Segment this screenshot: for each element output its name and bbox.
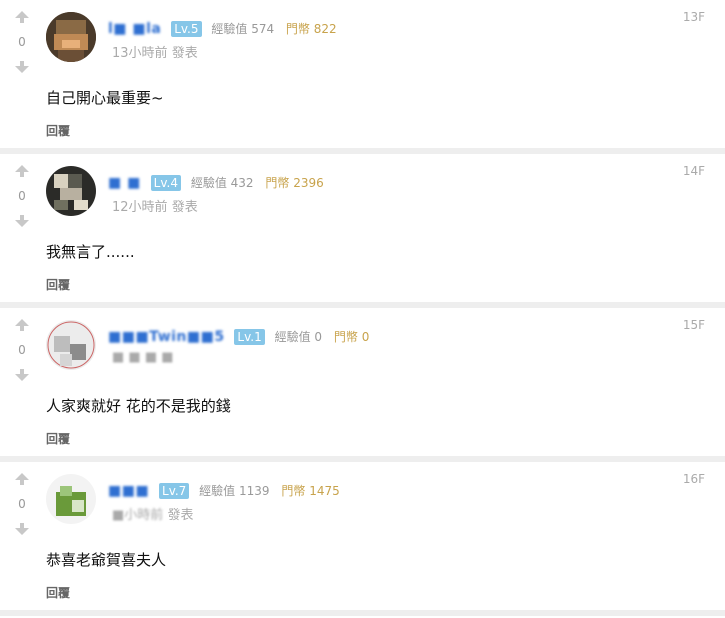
experience-stat: 經驗值 574 [211, 22, 275, 36]
upvote-arrow-icon[interactable] [12, 164, 32, 178]
upvote-arrow-icon[interactable] [12, 318, 32, 332]
experience-stat: 經驗值 432 [190, 176, 254, 190]
floor-number: 15F [682, 318, 705, 332]
vote-box: 0 [12, 472, 32, 536]
avatar-pixelated-icon [46, 474, 96, 524]
user-meta: ■ ■ Lv.4 經驗值 432 門幣 2396 [108, 174, 324, 191]
comment-card: 0 ■■■ Lv.7 經驗值 1139 門幣 1475 ■小時前 發表 16F … [0, 462, 725, 610]
downvote-arrow-icon[interactable] [12, 214, 32, 228]
timestamp: ■ ■ ■ ■ [112, 350, 174, 365]
comment-text: 恭喜老爺賀喜夫人 [46, 551, 167, 569]
experience-stat: 經驗值 1139 [199, 484, 270, 498]
timestamp: ■小時前 發表 [112, 508, 194, 523]
reply-button[interactable]: 回覆 [46, 122, 70, 139]
username[interactable]: ■■■ [108, 483, 149, 499]
downvote-arrow-icon[interactable] [12, 368, 32, 382]
upvote-arrow-icon[interactable] [12, 10, 32, 24]
reply-button[interactable]: 回覆 [46, 584, 70, 601]
vote-box: 0 [12, 10, 32, 74]
avatar[interactable] [46, 474, 96, 524]
coin-stat: 門幣 2396 [265, 176, 324, 190]
vote-score: 0 [18, 497, 26, 511]
username[interactable]: ■■■Twin■■5 [108, 329, 225, 345]
downvote-arrow-icon[interactable] [12, 60, 32, 74]
comment-text: 我無言了...... [46, 243, 135, 261]
floor-number: 13F [682, 10, 705, 24]
vote-box: 0 [12, 318, 32, 382]
experience-stat: 經驗值 0 [274, 330, 323, 344]
level-badge: Lv.1 [234, 329, 265, 345]
avatar[interactable] [46, 166, 96, 216]
level-badge: Lv.5 [171, 21, 202, 37]
vote-score: 0 [18, 35, 26, 49]
avatar[interactable] [46, 12, 96, 62]
comment-text: 自己開心最重要~ [46, 89, 164, 107]
divider [0, 610, 725, 616]
vote-score: 0 [18, 343, 26, 357]
username[interactable]: ■ ■ [108, 175, 141, 191]
timestamp: 13小時前 發表 [112, 46, 198, 61]
vote-box: 0 [12, 164, 32, 228]
avatar-pixelated-icon [46, 12, 96, 62]
floor-number: 14F [682, 164, 705, 178]
comment-card: 0 l■ ■la Lv.5 經驗值 574 門幣 822 13小時前 發表 13… [0, 0, 725, 148]
avatar-pixelated-icon [46, 320, 96, 370]
downvote-arrow-icon[interactable] [12, 522, 32, 536]
level-badge: Lv.7 [159, 483, 190, 499]
comment-card: 0 ■ ■ Lv.4 經驗值 432 門幣 2396 12小時前 發表 14F … [0, 154, 725, 302]
coin-stat: 門幣 1475 [281, 484, 340, 498]
floor-number: 16F [682, 472, 705, 486]
user-meta: ■■■ Lv.7 經驗值 1139 門幣 1475 [108, 482, 340, 499]
comment-text: 人家爽就好 花的不是我的錢 [46, 397, 231, 415]
timestamp: 12小時前 發表 [112, 200, 198, 215]
reply-button[interactable]: 回覆 [46, 276, 70, 293]
user-meta: l■ ■la Lv.5 經驗值 574 門幣 822 [108, 20, 337, 37]
avatar-pixelated-icon [46, 166, 96, 216]
vote-score: 0 [18, 189, 26, 203]
avatar[interactable] [46, 320, 96, 370]
user-meta: ■■■Twin■■5 Lv.1 經驗值 0 門幣 0 [108, 328, 369, 345]
reply-button[interactable]: 回覆 [46, 430, 70, 447]
coin-stat: 門幣 822 [285, 22, 337, 36]
upvote-arrow-icon[interactable] [12, 472, 32, 486]
username[interactable]: l■ ■la [108, 21, 161, 37]
coin-stat: 門幣 0 [333, 330, 370, 344]
comment-card: 0 ■■■Twin■■5 Lv.1 經驗值 0 門幣 0 ■ ■ ■ ■ 15F… [0, 308, 725, 456]
level-badge: Lv.4 [150, 175, 181, 191]
